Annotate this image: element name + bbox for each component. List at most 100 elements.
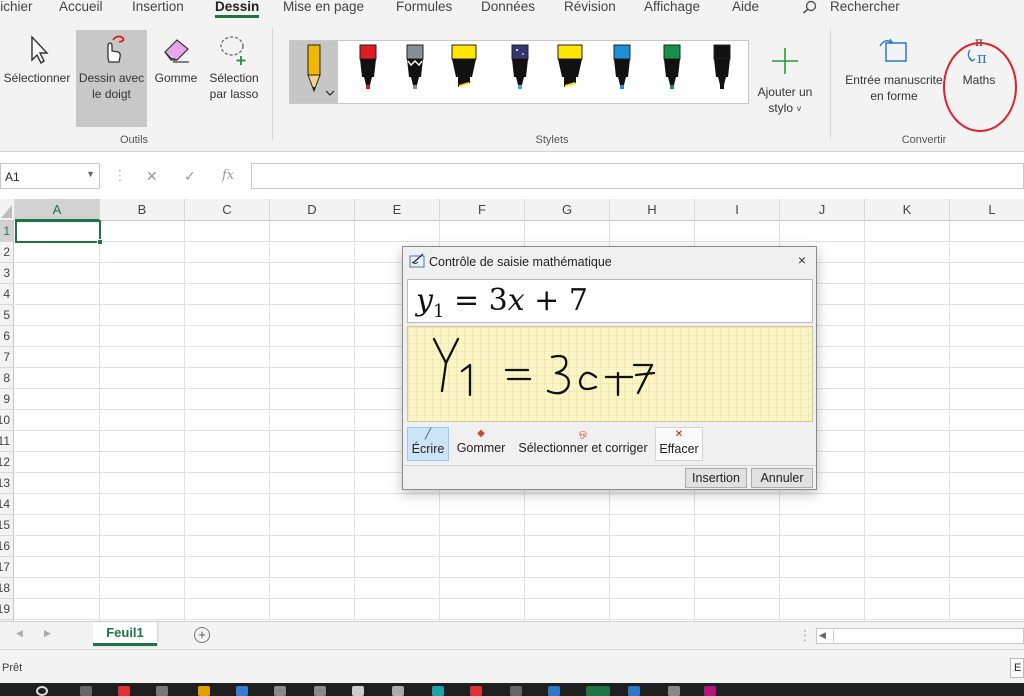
row-header-16[interactable]: 16 (0, 536, 13, 557)
pen-black[interactable] (698, 41, 746, 103)
tab-affichage[interactable]: Affichage (644, 0, 700, 20)
tab-donnees[interactable]: Données (481, 0, 535, 20)
name-box-dropdown-icon[interactable]: ▼ (86, 169, 95, 179)
column-header-a[interactable]: A (15, 199, 100, 221)
selected-cell-a1[interactable] (15, 220, 101, 243)
column-header-h[interactable]: H (610, 199, 695, 221)
write-tool-button[interactable]: ╱ Écrire (407, 427, 449, 461)
ink-to-shape-button[interactable]: Entrée manuscrite en forme (840, 34, 948, 104)
row-header-13[interactable]: 13 (0, 473, 13, 494)
row-header-7[interactable]: 7 (0, 347, 13, 368)
clear-tool-button[interactable]: ✕ Effacer (655, 427, 703, 461)
add-pen-button[interactable]: Ajouter un stylo ˅ (754, 44, 816, 117)
pen-galaxy-purple[interactable] (496, 41, 544, 103)
taskbar-app-icon-2[interactable] (118, 686, 130, 696)
handwriting-canvas[interactable] (407, 326, 813, 422)
scroll-left-arrow-icon[interactable]: ◀ (819, 630, 826, 641)
column-header-f[interactable]: F (440, 199, 525, 221)
insert-function-icon[interactable]: fx (222, 168, 234, 183)
column-header-i[interactable]: I (695, 199, 780, 221)
taskbar-app-icon-9[interactable] (392, 686, 404, 696)
row-header-9[interactable]: 9 (0, 389, 13, 410)
taskbar-app-icon[interactable] (80, 686, 92, 696)
tab-aide[interactable]: Aide (732, 0, 759, 20)
lasso-select-button[interactable]: Sélection par lasso (204, 32, 264, 102)
row-header-11[interactable]: 11 (0, 431, 13, 452)
horizontal-scrollbar[interactable]: ◀ (816, 628, 1024, 644)
pen-green[interactable] (648, 41, 696, 103)
taskbar-excel-icon[interactable] (586, 686, 610, 696)
erase-tool-button[interactable]: ◆ Gommer (453, 427, 509, 461)
select-tool-button[interactable]: Sélectionner (0, 32, 74, 86)
formula-input[interactable] (251, 163, 1024, 189)
fill-handle[interactable] (97, 239, 103, 245)
eraser-button[interactable]: Gomme (150, 32, 202, 86)
taskbar-app-icon-10[interactable] (432, 686, 444, 696)
highlighter-yellow[interactable] (440, 41, 488, 103)
close-icon[interactable]: × (798, 252, 806, 268)
tab-split-grip-icon[interactable]: ⋮ (798, 627, 812, 644)
row-header-17[interactable]: 17 (0, 557, 13, 578)
pen-pencil-yellow[interactable] (290, 41, 338, 103)
sheet-scroll-right-icon[interactable]: ▶ (44, 628, 51, 639)
taskbar-app-icon-8[interactable] (352, 686, 364, 696)
highlighter-yellow-2[interactable] (546, 41, 594, 103)
row-header-2[interactable]: 2 (0, 242, 13, 263)
tab-mise-en-page[interactable]: Mise en page (283, 0, 364, 20)
column-header-b[interactable]: B (100, 199, 185, 221)
row-header-15[interactable]: 15 (0, 515, 13, 536)
search-label[interactable]: Rechercher (830, 0, 900, 20)
row-header-6[interactable]: 6 (0, 326, 13, 347)
column-header-j[interactable]: J (780, 199, 865, 221)
row-header-10[interactable]: 10 (0, 410, 13, 431)
row-header-14[interactable]: 14 (0, 494, 13, 515)
taskbar-app-icon-6[interactable] (274, 686, 286, 696)
taskbar-app-icon-13[interactable] (548, 686, 560, 696)
pen-red[interactable] (344, 41, 392, 103)
taskbar-app-icon-5[interactable] (236, 686, 248, 696)
sheet-tab-feuil1[interactable]: Feuil1 (93, 622, 157, 646)
search-icon[interactable] (802, 0, 818, 17)
tab-accueil[interactable]: Accueil (59, 0, 103, 20)
row-header-4[interactable]: 4 (0, 284, 13, 305)
sheet-scroll-left-icon[interactable]: ◀ (16, 628, 23, 639)
taskbar-app-icon-15[interactable] (668, 686, 680, 696)
insert-button[interactable]: Insertion (685, 468, 747, 488)
cancel-button[interactable]: Annuler (751, 468, 813, 488)
tab-dessin[interactable]: Dessin (215, 0, 260, 20)
row-header-1[interactable]: 1 (0, 221, 13, 242)
select-correct-tool-button[interactable]: ஒ Sélectionner et corriger (514, 427, 652, 461)
column-header-c[interactable]: C (185, 199, 270, 221)
select-all-corner[interactable] (0, 199, 15, 221)
row-header-19[interactable]: 19 (0, 599, 13, 620)
tab-revision[interactable]: Révision (564, 0, 616, 20)
tab-fichier[interactable]: Fichier (0, 0, 33, 20)
finger-draw-button[interactable]: Dessin avec le doigt (76, 30, 147, 127)
taskbar-app-icon-4[interactable] (198, 686, 210, 696)
horizontal-scroll-thumb[interactable] (833, 630, 1013, 642)
taskbar-app-icon-14[interactable] (628, 686, 640, 696)
name-box[interactable]: A1 ▼ (0, 163, 100, 189)
row-header-18[interactable]: 18 (0, 578, 13, 599)
row-header-12[interactable]: 12 (0, 452, 13, 473)
taskbar-app-icon-16[interactable] (704, 686, 716, 696)
cancel-entry-icon[interactable]: ✕ (146, 168, 158, 185)
taskbar-app-icon-3[interactable] (156, 686, 168, 696)
tab-formules[interactable]: Formules (396, 0, 452, 20)
taskbar-app-icon-11[interactable] (470, 686, 482, 696)
column-header-k[interactable]: K (865, 199, 950, 221)
add-sheet-icon[interactable]: + (194, 627, 210, 643)
column-header-e[interactable]: E (355, 199, 440, 221)
pen-blue[interactable] (598, 41, 646, 103)
column-header-l[interactable]: L (950, 199, 1024, 221)
row-header-8[interactable]: 8 (0, 368, 13, 389)
row-header-5[interactable]: 5 (0, 305, 13, 326)
tab-insertion[interactable]: Insertion (132, 0, 184, 20)
taskbar-search-icon[interactable] (36, 686, 48, 696)
column-header-d[interactable]: D (270, 199, 355, 221)
row-header-3[interactable]: 3 (0, 263, 13, 284)
taskbar-app-icon-7[interactable] (314, 686, 326, 696)
pen-gray-galaxy[interactable] (391, 41, 439, 103)
column-header-g[interactable]: G (525, 199, 610, 221)
taskbar-app-icon-12[interactable] (510, 686, 522, 696)
